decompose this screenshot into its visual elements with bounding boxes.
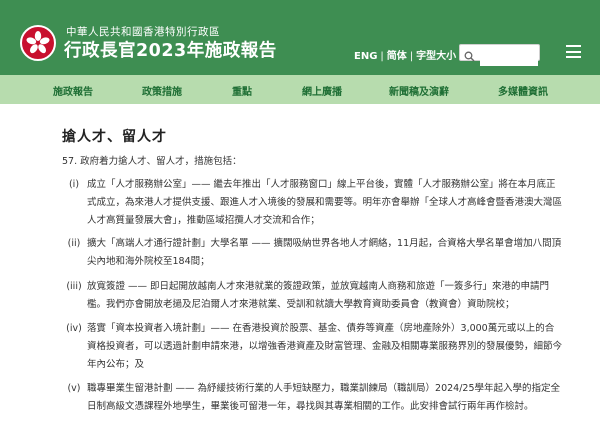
search-input[interactable]: [480, 50, 538, 66]
hksar-emblem-icon[interactable]: [20, 25, 56, 61]
divider: |: [409, 51, 414, 62]
list-item: (iv) 落實「資本投資者入境計劃」—— 在香港投資於股票、基金、債券等資產（房…: [62, 320, 562, 374]
list-item: (i) 成立「人才服務辦公室」—— 繼去年推出「人才服務窗口」線上平台後，實體「…: [62, 176, 562, 230]
main-nav: 施政報告 政策措施 重點 網上廣播 新聞稿及演辭 多媒體資訊: [0, 75, 600, 104]
main-content: 搶人才、留人才 57. 政府着力搶人才、留人才，措施包括： (i) 成立「人才服…: [0, 104, 600, 437]
nav-item-policy-address[interactable]: 施政報告: [53, 83, 93, 98]
list-item: (ii) 擴大「高端人才通行證計劃」大學名單 —— 擴闊吸納世界各地人才網絡，1…: [62, 235, 562, 271]
item-text: 放寬簽證 —— 即日起開放越南人才來港就業的簽證政策，並放寬越南人商務和旅遊「一…: [87, 281, 550, 310]
item-number: (ii): [67, 238, 81, 249]
section-title: 搶人才、留人才: [62, 129, 167, 145]
divider: |: [380, 51, 384, 62]
item-text: 職專畢業生留港計劃 —— 為紓緩技術行業的人手短缺壓力，職業訓練局（職訓局）20…: [87, 383, 561, 412]
nav-item-press-releases[interactable]: 新聞稿及演辭: [389, 83, 449, 98]
site-header: 中華人民共和國香港特別行政區 行政長官2023年施政報告 ENG | 简体 | 字型大小: [0, 0, 600, 75]
item-text: 成立「人才服務辦公室」—— 繼去年推出「人才服務窗口」線上平台後，實體「人才服務…: [87, 179, 563, 226]
intro-paragraph: 57. 政府着力搶人才、留人才，措施包括：: [62, 156, 242, 167]
search-icon[interactable]: [464, 47, 475, 66]
hamburger-menu-icon[interactable]: [566, 45, 581, 58]
nav-item-webcast[interactable]: 網上廣播: [302, 83, 342, 98]
search-box[interactable]: [459, 44, 540, 66]
language-bar: ENG | 简体 | 字型大小: [354, 47, 456, 62]
nav-item-policy-measures[interactable]: 政策措施: [142, 83, 182, 98]
item-number: (i): [68, 179, 80, 190]
item-text: 擴大「高端人才通行證計劃」大學名單 —— 擴闊吸納世界各地人才網絡，11月起，合…: [87, 238, 562, 267]
nav-item-multimedia[interactable]: 多媒體資訊: [498, 83, 548, 98]
lang-simplified-link[interactable]: 简体: [387, 51, 407, 62]
font-size-link[interactable]: 字型大小: [416, 51, 456, 62]
item-number: (v): [67, 383, 81, 394]
list-item: (v) 職專畢業生留港計劃 —— 為紓緩技術行業的人手短缺壓力，職業訓練局（職訓…: [62, 380, 562, 416]
nav-item-highlights[interactable]: 重點: [232, 83, 252, 98]
list-item: (iii) 放寬簽證 —— 即日起開放越南人才來港就業的簽證政策，並放寬越南人商…: [62, 278, 562, 314]
item-number: (iv): [66, 323, 82, 334]
site-title[interactable]: 行政長官2023年施政報告: [64, 37, 277, 62]
item-number: (iii): [66, 281, 82, 292]
lang-eng-link[interactable]: ENG: [354, 51, 377, 62]
item-text: 落實「資本投資者入境計劃」—— 在香港投資於股票、基金、債券等資產（房地產除外）…: [87, 323, 563, 370]
